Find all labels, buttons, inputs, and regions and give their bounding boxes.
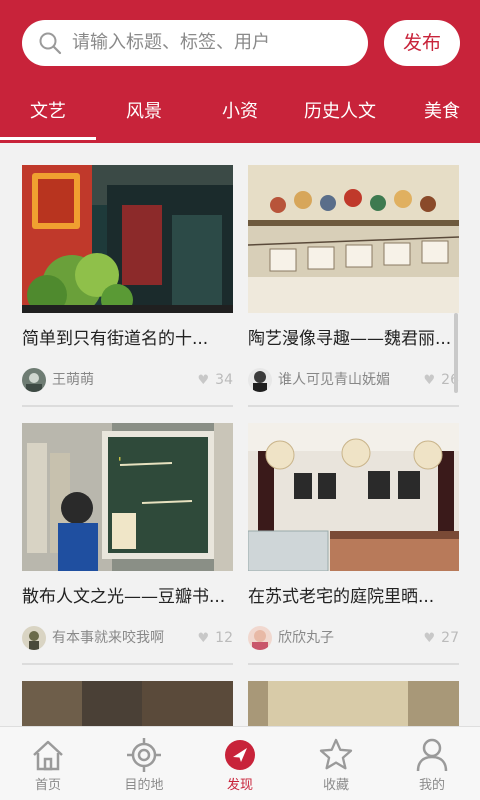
discover-feed[interactable]: 简单到只有街道名的十... 王萌萌 ♥ 34 陶艺漫像寻趣——魏君丽... 谁人… [0,143,480,726]
cafe-interior-photo[interactable] [248,423,459,571]
pottery-figurines-photo[interactable] [248,165,459,313]
tab-fengjing[interactable]: 风景 [126,100,162,124]
bottom-nav-bar: 首页 目的地 发现 收藏 我的 [0,726,480,800]
nav-mine[interactable]: 我的 [384,727,480,800]
tab-lishi-renwen[interactable]: 历史人文 [304,100,376,124]
like-count[interactable]: ♥ 12 [198,628,233,649]
publish-button[interactable]: 发布 [384,20,460,66]
top-header: 请输入标题、标签、用户 发布 文艺 风景 小资 历史人文 美食 [0,0,480,143]
card-title[interactable]: 陶艺漫像寻趣——魏君丽... [248,327,459,351]
nav-discover[interactable]: 发现 [192,727,288,800]
next-card-photo[interactable] [248,681,459,726]
compass-icon [225,740,255,770]
user-avatar[interactable] [248,368,272,392]
card-divider [22,405,233,407]
card-title[interactable]: 在苏式老宅的庭院里晒... [248,585,459,609]
star-icon [319,738,353,770]
like-count[interactable]: ♥ 34 [198,370,233,391]
scrollbar[interactable] [454,313,458,393]
user-icon [416,738,448,772]
user-name[interactable]: 谁人可见青山妩媚 [278,370,390,390]
bookstore-blackboard-photo[interactable]: ' [22,423,233,571]
card-title[interactable]: 简单到只有街道名的十... [22,327,233,351]
card-title[interactable]: 散布人文之光——豆瓣书... [22,585,233,609]
user-name[interactable]: 有本事就来咬我啊 [52,628,164,648]
tab-meishi[interactable]: 美食 [424,100,460,124]
heart-icon: ♥ [423,373,436,388]
search-icon [39,32,62,55]
target-icon [127,738,161,772]
heart-icon: ♥ [197,631,210,646]
tab-wenyi[interactable]: 文艺 [30,100,66,124]
nav-destination[interactable]: 目的地 [96,727,192,800]
user-name[interactable]: 欣欣丸子 [278,628,334,648]
search-placeholder[interactable]: 请输入标题、标签、用户 [72,32,270,54]
category-tabs: 文艺 风景 小资 历史人文 美食 [0,92,480,143]
card-divider [22,663,233,665]
heart-icon: ♥ [423,631,436,646]
user-avatar[interactable] [22,626,46,650]
next-card-photo[interactable] [22,681,233,726]
nav-favorites[interactable]: 收藏 [288,727,384,800]
nav-label: 目的地 [124,778,164,793]
card-divider [248,405,459,407]
like-count[interactable]: ♥ 27 [424,628,459,649]
user-avatar[interactable] [248,626,272,650]
home-icon [33,740,63,771]
like-count-value: 12 [215,630,233,646]
heart-icon: ♥ [197,373,210,388]
nav-label: 首页 [34,778,61,793]
nav-label: 收藏 [322,778,349,793]
nav-home[interactable]: 首页 [0,727,96,800]
tab-xiaozi[interactable]: 小资 [222,100,258,124]
nav-label: 发现 [226,778,253,793]
nav-label: 我的 [418,778,445,793]
like-count-value: 27 [441,630,459,646]
street-cafe-photo[interactable] [22,165,233,313]
user-name[interactable]: 王萌萌 [52,370,94,390]
like-count-value: 34 [215,372,233,388]
user-avatar[interactable] [22,368,46,392]
search-bar[interactable]: 请输入标题、标签、用户 [22,20,368,66]
card-divider [248,663,459,665]
active-tab-indicator [0,137,96,140]
svg-text:': ' [118,456,122,471]
